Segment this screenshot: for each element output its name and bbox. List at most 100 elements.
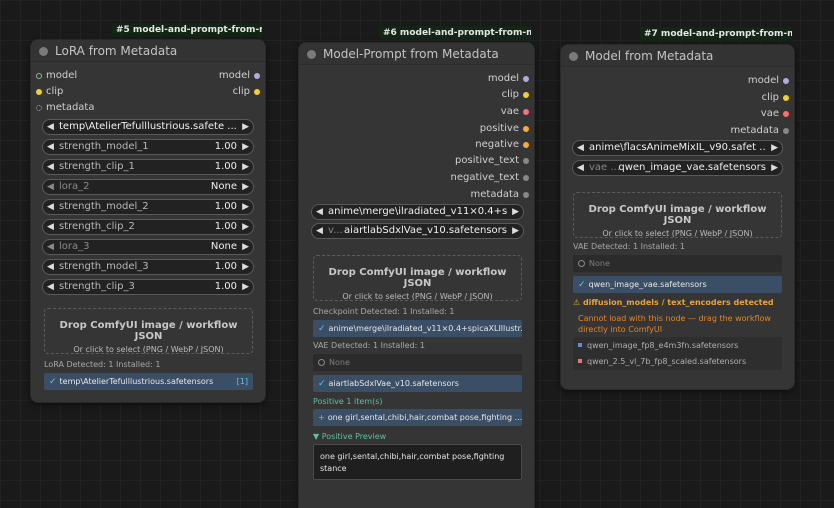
arrow-left-icon[interactable]: ◀ [577,141,584,155]
arrow-left-icon[interactable]: ◀ [47,140,54,154]
arrow-left-icon[interactable]: ◀ [47,120,54,134]
arrow-left-icon[interactable]: ◀ [47,260,54,274]
slot-dot-icon [523,175,529,181]
vae-combo[interactable]: ◀ v... aiartlabSdxlVae_v10.safetensors ▶ [311,223,524,239]
arrow-right-icon[interactable]: ▶ [242,200,249,214]
node-model-prompt-from-metadata[interactable]: Model-Prompt from Metadata model clip va… [298,42,535,508]
drop-zone[interactable]: Drop ComfyUI image / workflow JSON Or cl… [573,192,782,238]
arrow-left-icon[interactable]: ◀ [47,220,54,234]
check-icon: ✓ [49,377,57,387]
check-icon: ✓ [318,324,326,334]
lora-detected-item[interactable]: ✓ temp\AtelierTefulllustrious.safetensors… [44,373,253,390]
arrow-left-icon[interactable]: ◀ [47,200,54,214]
vae-none-option[interactable]: None [573,255,782,272]
arrow-left-icon[interactable]: ◀ [316,224,323,238]
vae-detected-item[interactable]: ✓ aiartlabSdxlVae_v10.safetensors [313,375,522,392]
node-lora-from-metadata[interactable]: LoRA from Metadata model clip metadata m… [30,39,266,403]
strength-model-2-widget[interactable]: ◀ strength_model_2 1.00 ▶ [42,199,254,215]
arrow-right-icon[interactable]: ▶ [512,224,519,238]
radio-icon [318,359,325,366]
output-slot-metadata[interactable]: metadata [689,123,789,139]
arrow-right-icon[interactable]: ▶ [771,141,778,155]
output-slot-metadata[interactable]: metadata [409,187,529,203]
slot-dot-icon [36,89,42,95]
strength-clip-2-widget[interactable]: ◀ strength_clip_2 1.00 ▶ [42,219,254,235]
collapse-dot-icon[interactable] [307,50,316,59]
arrow-right-icon[interactable]: ▶ [242,260,249,274]
node-header[interactable]: Model-Prompt from Metadata [299,43,534,65]
slot-dot-icon [254,73,260,79]
checkpoint-combo[interactable]: ◀ anime\merge\ilradiated_v11×0.4+s... ▶ [311,204,524,220]
arrow-right-icon[interactable]: ▶ [242,120,249,134]
checkpoint-detected-item[interactable]: ✓ anime\merge\ilradiated_v11×0.4+spicaXLI… [313,320,522,337]
lora-count-badge: [1] [236,377,248,386]
output-slot-clip[interactable]: clip [160,84,260,100]
positive-label: Positive 1 item(s) [313,397,383,406]
arrow-left-icon[interactable]: ◀ [47,180,54,194]
output-slot-positive-text[interactable]: positive_text [409,153,529,169]
arrow-right-icon[interactable]: ▶ [242,220,249,234]
arrow-left-icon[interactable]: ◀ [47,280,54,294]
arrow-right-icon[interactable]: ▶ [512,205,519,219]
strength-clip-3-widget[interactable]: ◀ strength_clip_3 1.00 ▶ [42,279,254,295]
drop-zone[interactable]: Drop ComfyUI image / workflow JSON Or cl… [313,255,522,301]
output-slot-negative[interactable]: negative [409,137,529,153]
lora-3-combo[interactable]: ◀ lora_3 None ▶ [42,239,254,255]
arrow-right-icon[interactable]: ▶ [242,180,249,194]
arrow-right-icon[interactable]: ▶ [242,240,249,254]
warning-title: ⚠ diffusion_models / text_encoders detec… [573,298,774,307]
slot-dot-icon [523,76,529,82]
output-slot-positive[interactable]: positive [409,121,529,137]
vae-detected-item[interactable]: ✓ qwen_image_vae.safetensors [573,276,782,293]
node-title: LoRA from Metadata [55,44,178,58]
strength-model-3-widget[interactable]: ◀ strength_model_3 1.00 ▶ [42,259,254,275]
output-slot-vae[interactable]: vae [689,106,789,122]
arrow-right-icon[interactable]: ▶ [771,161,778,175]
output-slot-clip[interactable]: clip [689,90,789,106]
drop-zone[interactable]: Drop ComfyUI image / workflow JSON Or cl… [44,308,253,354]
vae-none-option[interactable]: None [313,354,522,371]
arrow-left-icon[interactable]: ◀ [316,205,323,219]
node-model-from-metadata[interactable]: Model from Metadata model clip vae metad… [560,44,795,390]
slot-dot-icon [783,128,789,134]
strength-model-1-widget[interactable]: ◀ strength_model_1 1.00 ▶ [42,139,254,155]
output-slot-clip[interactable]: clip [409,87,529,103]
arrow-right-icon[interactable]: ▶ [242,140,249,154]
arrow-left-icon[interactable]: ◀ [47,240,54,254]
drop-zone-subtitle: Or click to select (PNG / WebP / JSON) [342,292,493,301]
collapse-dot-icon[interactable] [39,47,48,56]
lora-1-combo[interactable]: ◀ temp\AtelierTefulllustrious.safete ... ▶ [42,119,254,135]
slot-dot-icon [523,142,529,148]
output-slot-model[interactable]: model [160,68,260,84]
input-slot-model[interactable]: model [36,68,136,84]
vae-combo[interactable]: ◀ vae ... qwen_image_vae.safetensors ▶ [572,160,783,176]
positive-item[interactable]: + one girl,sental,chibi,hair,combat pose,… [313,409,522,426]
strength-clip-1-widget[interactable]: ◀ strength_clip_1 1.00 ▶ [42,159,254,175]
node-title: Model from Metadata [585,49,714,63]
arrow-left-icon[interactable]: ◀ [577,161,584,175]
lora-2-combo[interactable]: ◀ lora_2 None ▶ [42,179,254,195]
slot-dot-icon [783,111,789,117]
slot-dot-icon [523,126,529,132]
checkpoint-detected-label: Checkpoint Detected: 1 Installed: 1 [313,307,455,316]
arrow-left-icon[interactable]: ◀ [47,160,54,174]
arrow-right-icon[interactable]: ▶ [242,160,249,174]
node-header[interactable]: LoRA from Metadata [31,40,265,62]
arrow-right-icon[interactable]: ▶ [242,280,249,294]
output-slot-model[interactable]: model [689,73,789,89]
warning-text: Cannot load with this node — drag the wo… [578,314,771,334]
checkpoint-combo[interactable]: ◀ anime\flacsAnimeMixIL_v90.safet ... ▶ [572,140,783,156]
input-slot-clip[interactable]: clip [36,84,136,100]
collapse-dot-icon[interactable] [569,52,578,61]
output-slot-negative-text[interactable]: negative_text [409,170,529,186]
drop-zone-title: Drop ComfyUI image / workflow JSON [59,320,238,342]
positive-preview-toggle[interactable]: ▼ Positive Preview [313,432,386,441]
node-6-badge: #6 model-and-prompt-from-met... [379,26,531,40]
output-slot-model[interactable]: model [409,71,529,87]
slot-dot-icon [36,105,42,111]
lora-detected-label: LoRA Detected: 1 Installed: 1 [44,360,161,369]
output-slot-vae[interactable]: vae [409,104,529,120]
slot-dot-icon [36,73,42,79]
input-slot-metadata[interactable]: metadata [36,100,136,116]
node-header[interactable]: Model from Metadata [561,45,794,67]
